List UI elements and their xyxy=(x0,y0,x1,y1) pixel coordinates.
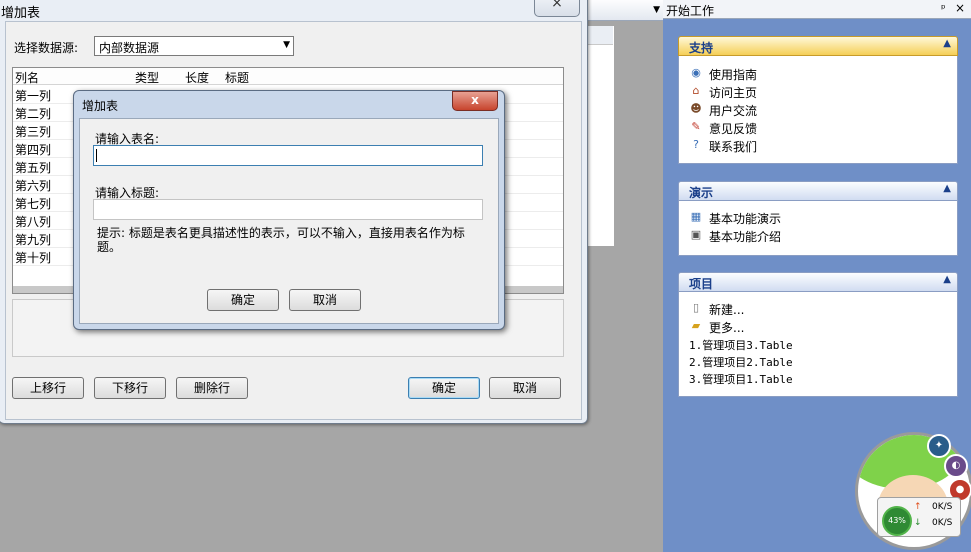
upload-speed: 0K/S xyxy=(932,502,953,512)
header-length[interactable]: 长度 xyxy=(185,69,209,86)
document-tab-strip: ▼ xyxy=(585,0,663,21)
support-item-label: 意见反馈 xyxy=(709,122,758,136)
main-cancel-button[interactable]: 取消 xyxy=(489,377,561,399)
project-item-label: 更多... xyxy=(709,321,745,335)
demo-item-label: 基本功能介绍 xyxy=(709,230,782,244)
header-type[interactable]: 类型 xyxy=(135,69,159,86)
add-table-cancel-button[interactable]: 取消 xyxy=(289,289,361,311)
project-item-label: 新建... xyxy=(709,303,745,317)
add-table-ok-button[interactable]: 确定 xyxy=(207,289,279,311)
new-file-icon: ▯ xyxy=(692,301,700,314)
row-name: 第十列 xyxy=(15,251,52,265)
folder-icon: ▰ xyxy=(691,319,701,332)
table-name-input[interactable] xyxy=(93,145,483,166)
projects-panel-body: ▯ 新建... ▰ 更多... 1.管理项目3.Table 2.管理项目2.Ta… xyxy=(678,292,958,397)
support-item-label: 用户交流 xyxy=(709,104,758,118)
task-pane-close-icon[interactable]: × xyxy=(955,1,965,15)
download-arrow-icon: ↓ xyxy=(914,518,922,528)
row-name: 第二列 xyxy=(15,107,52,121)
add-table-dialog: 增加表 x 请输入表名: 请输入标题: 提示: 标题是表名更具描述性的表示，可以… xyxy=(73,90,505,330)
cpu-percent: 43% xyxy=(882,506,912,536)
support-item-label: 访问主页 xyxy=(709,86,758,100)
demo-panel-body: ▦ 基本功能演示 ▣ 基本功能介绍 xyxy=(678,201,958,256)
add-table-dialog-title: 增加表 xyxy=(82,99,119,113)
recent-project-label: 3.管理项目1.Table xyxy=(689,373,793,386)
feedback-icon: ✎ xyxy=(691,120,701,133)
support-item-label: 联系我们 xyxy=(709,140,758,154)
data-source-label: 选择数据源: xyxy=(14,41,79,55)
add-table-close-button[interactable]: x xyxy=(452,91,498,111)
delete-row-button[interactable]: 删除行 xyxy=(176,377,248,399)
monitor-icon: ▣ xyxy=(690,228,702,241)
row-name: 第三列 xyxy=(15,125,52,139)
support-panel-header[interactable]: 支持 ▲ xyxy=(678,36,958,56)
row-name: 第七列 xyxy=(15,197,52,211)
collapse-icon[interactable]: ▲ xyxy=(943,274,951,285)
data-source-value: 内部数据源 xyxy=(99,41,160,55)
pin-icon[interactable]: ᵖ xyxy=(941,2,946,15)
home-icon: ⌂ xyxy=(692,84,700,97)
row-name: 第六列 xyxy=(15,179,52,193)
background-grid-header xyxy=(585,26,613,45)
guide-icon: ◉ xyxy=(691,66,701,79)
move-down-button[interactable]: 下移行 xyxy=(94,377,166,399)
projects-panel-header[interactable]: 项目 ▲ xyxy=(678,272,958,292)
upload-arrow-icon: ↑ xyxy=(914,502,922,512)
row-name: 第一列 xyxy=(15,89,52,103)
task-pane-header: 开始工作 ᵖ × xyxy=(663,0,971,19)
row-name: 第八列 xyxy=(15,215,52,229)
main-ok-button[interactable]: 确定 xyxy=(408,377,480,399)
demo-panel-header[interactable]: 演示 ▲ xyxy=(678,181,958,201)
background-grid xyxy=(585,26,614,246)
add-table-dialog-body: 请输入表名: 请输入标题: 提示: 标题是表名更具描述性的表示，可以不输入，直接… xyxy=(79,118,499,324)
users-icon: ☻ xyxy=(690,102,702,115)
download-speed: 0K/S xyxy=(932,518,953,528)
network-speed-box: 43% ↑ 0K/S ↓ 0K/S xyxy=(877,497,961,537)
widget-settings-icon[interactable]: ◐ xyxy=(944,454,968,478)
main-dialog-close-button[interactable]: × xyxy=(534,0,580,17)
collapse-icon[interactable]: ▲ xyxy=(943,183,951,194)
support-panel-title: 支持 xyxy=(689,41,714,55)
recent-project-label: 2.管理项目2.Table xyxy=(689,356,793,369)
header-column-name[interactable]: 列名 xyxy=(15,69,39,86)
row-name: 第五列 xyxy=(15,161,52,175)
recent-project-label: 1.管理项目3.Table xyxy=(689,339,793,352)
columns-table-header: 列名 类型 长度 标题 xyxy=(13,68,563,85)
hint-text: 提示: 标题是表名更具描述性的表示，可以不输入，直接用表名作为标题。 xyxy=(97,226,465,254)
row-name: 第九列 xyxy=(15,233,52,247)
grid-icon: ▦ xyxy=(690,210,702,223)
demo-panel-title: 演示 xyxy=(689,186,714,200)
main-dialog-title: 增加表 xyxy=(1,6,41,21)
data-source-select[interactable]: 内部数据源 ▼ xyxy=(94,36,294,56)
support-panel-body: ◉ 使用指南 ⌂ 访问主页 ☻ 用户交流 ✎ 意见反馈 ? 联系我们 xyxy=(678,56,958,164)
demo-item-label: 基本功能演示 xyxy=(709,212,782,226)
projects-panel-title: 项目 xyxy=(689,277,714,291)
support-item-label: 使用指南 xyxy=(709,68,758,82)
collapse-icon[interactable]: ▲ xyxy=(943,38,951,49)
tab-dropdown-icon[interactable]: ▼ xyxy=(653,5,660,15)
text-caret xyxy=(96,149,97,162)
header-caption[interactable]: 标题 xyxy=(225,69,249,86)
row-name: 第四列 xyxy=(15,143,52,157)
chevron-down-icon: ▼ xyxy=(283,40,290,50)
caption-input[interactable] xyxy=(93,199,483,220)
contact-icon: ? xyxy=(693,138,699,151)
move-up-button[interactable]: 上移行 xyxy=(12,377,84,399)
widget-menu-icon[interactable]: ✦ xyxy=(927,434,951,458)
task-pane-title: 开始工作 xyxy=(666,4,715,18)
